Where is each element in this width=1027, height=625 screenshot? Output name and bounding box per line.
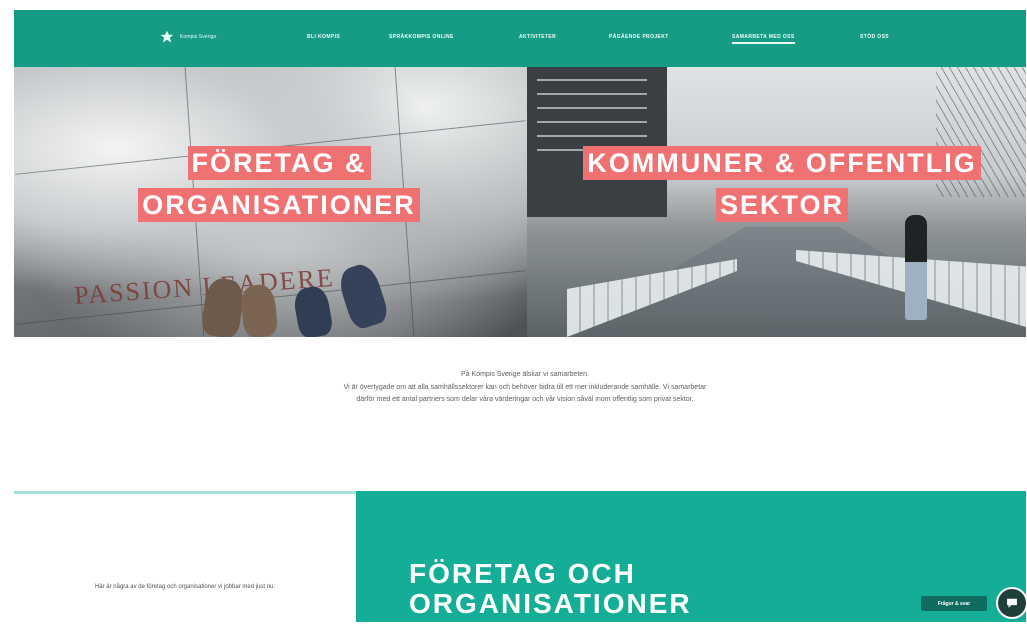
nav-item-samarbeta-med-oss[interactable]: SAMARBETA MED OSS <box>732 34 795 44</box>
intro-line-1: På Kompis Sverige älskar vi samarbeten. <box>461 371 589 378</box>
section-heading: FÖRETAG OCH ORGANISATIONER <box>409 558 692 619</box>
hero-companies-organisations[interactable]: PASSION LEADERE FÖRETAG & ORGANISATIONER <box>14 67 527 337</box>
partners-intro-panel: Här är några av de företag och organisat… <box>14 491 356 625</box>
nav-item-pagaende-projekt[interactable]: PÅGÅENDE PROJEKT <box>609 34 669 40</box>
top-navigation: Kompis Sverige BLI KOMPIS SPRÅKKOMPIS ON… <box>14 10 1026 67</box>
logo-text: Kompis Sverige <box>180 34 217 40</box>
nav-item-stod-oss[interactable]: STÖD OSS <box>860 34 889 40</box>
chat-button[interactable] <box>996 587 1027 619</box>
shoe <box>335 260 391 332</box>
hero-title-left[interactable]: FÖRETAG & ORGANISATIONER <box>109 142 449 226</box>
logo[interactable]: Kompis Sverige <box>160 30 216 44</box>
intro-text: På Kompis Sverige älskar vi samarbeten. … <box>335 369 715 407</box>
chat-icon <box>1007 598 1017 608</box>
logo-icon <box>160 30 174 43</box>
nav-item-bli-kompis[interactable]: BLI KOMPIS <box>307 34 340 40</box>
nav-item-aktiviteter[interactable]: AKTIVITETER <box>519 34 556 40</box>
hero-municipalities-public-sector[interactable]: KOMMUNER & OFFENTLIG SEKTOR <box>527 67 1026 337</box>
faq-button[interactable]: Frågor & svar <box>921 596 987 611</box>
hero-title-right[interactable]: KOMMUNER & OFFENTLIG SEKTOR <box>557 142 1007 226</box>
partners-intro-text: Här är några av de företag och organisat… <box>94 584 276 590</box>
intro-line-2: Vi är övertygade om att alla samhällssek… <box>343 383 707 404</box>
nav-item-sprakkompis-online[interactable]: SPRÅKKOMPIS ONLINE <box>389 34 454 40</box>
walking-person <box>905 215 927 320</box>
